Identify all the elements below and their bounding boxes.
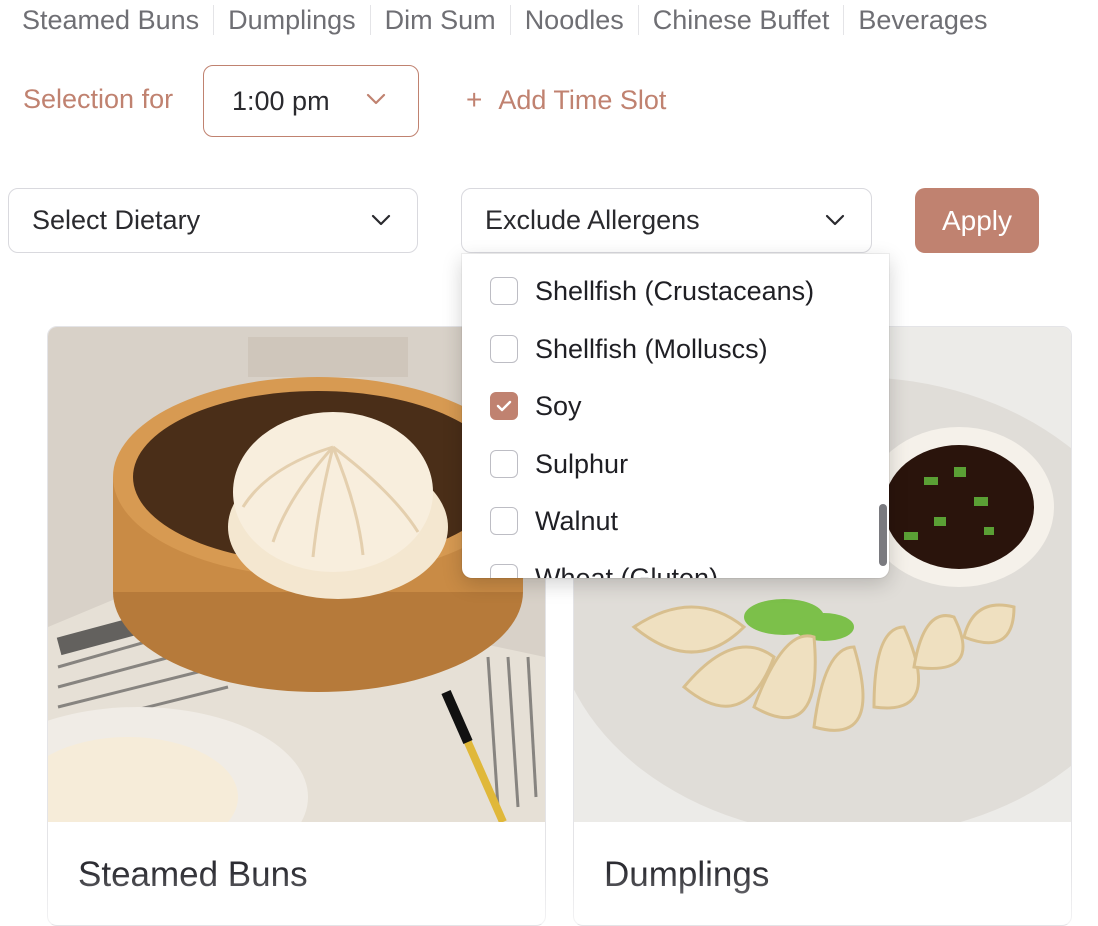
category-tab-noodles[interactable]: Noodles	[525, 5, 639, 35]
dietary-select-label: Select Dietary	[32, 205, 201, 235]
allergens-select-label: Exclude Allergens	[485, 205, 700, 235]
allergen-option[interactable]: Sulphur	[490, 444, 628, 484]
category-tab-chinese-buffet[interactable]: Chinese Buffet	[653, 5, 845, 35]
allergen-option[interactable]: Soy	[490, 386, 582, 426]
checkbox[interactable]	[490, 564, 518, 578]
add-time-slot-label: Add Time Slot	[498, 84, 667, 115]
category-tab-dumplings[interactable]: Dumplings	[228, 5, 371, 35]
chevron-down-icon	[366, 92, 386, 110]
add-time-slot-button[interactable]: + Add Time Slot	[466, 84, 666, 116]
allergen-option-label: Wheat (Gluten)	[535, 562, 719, 579]
plus-icon: +	[466, 84, 483, 115]
allergen-option[interactable]: Walnut	[490, 501, 618, 541]
checkbox[interactable]	[490, 335, 518, 363]
card-title: Dumplings	[604, 855, 770, 894]
chevron-down-icon	[371, 213, 391, 231]
checkmark-icon	[496, 400, 512, 412]
checkbox[interactable]	[490, 277, 518, 305]
category-nav: Steamed Buns Dumplings Dim Sum Noodles C…	[0, 0, 1015, 40]
allergen-option-label: Walnut	[535, 505, 619, 536]
allergens-dropdown-menu[interactable]: Shellfish (Crustaceans) Shellfish (Mollu…	[462, 254, 889, 578]
checkbox[interactable]	[490, 450, 518, 478]
dropdown-scrollbar[interactable]	[879, 504, 887, 566]
time-slot-select[interactable]: 1:00 pm	[203, 65, 419, 137]
apply-button[interactable]: Apply	[915, 188, 1039, 253]
card-title: Steamed Buns	[78, 855, 308, 894]
allergen-option[interactable]: Shellfish (Crustaceans)	[490, 271, 814, 311]
checkbox-checked[interactable]	[490, 392, 518, 420]
allergen-option-label: Shellfish (Molluscs)	[535, 333, 768, 364]
time-slot-value: 1:00 pm	[232, 85, 330, 116]
allergen-option-label: Shellfish (Crustaceans)	[535, 275, 815, 306]
dietary-select[interactable]: Select Dietary	[8, 188, 418, 253]
checkbox[interactable]	[490, 507, 518, 535]
category-tab-beverages[interactable]: Beverages	[858, 5, 1001, 35]
allergen-option-label: Soy	[535, 390, 582, 421]
allergen-option[interactable]: Wheat (Gluten)	[490, 558, 718, 578]
selection-for-label: Selection for	[23, 84, 174, 114]
category-tab-steamed-buns[interactable]: Steamed Buns	[22, 5, 215, 35]
chevron-down-icon	[825, 213, 845, 231]
allergen-option-label: Sulphur	[535, 448, 629, 479]
category-tab-dim-sum[interactable]: Dim Sum	[385, 5, 511, 35]
allergen-option[interactable]: Shellfish (Molluscs)	[490, 329, 768, 369]
exclude-allergens-select[interactable]: Exclude Allergens	[461, 188, 872, 253]
